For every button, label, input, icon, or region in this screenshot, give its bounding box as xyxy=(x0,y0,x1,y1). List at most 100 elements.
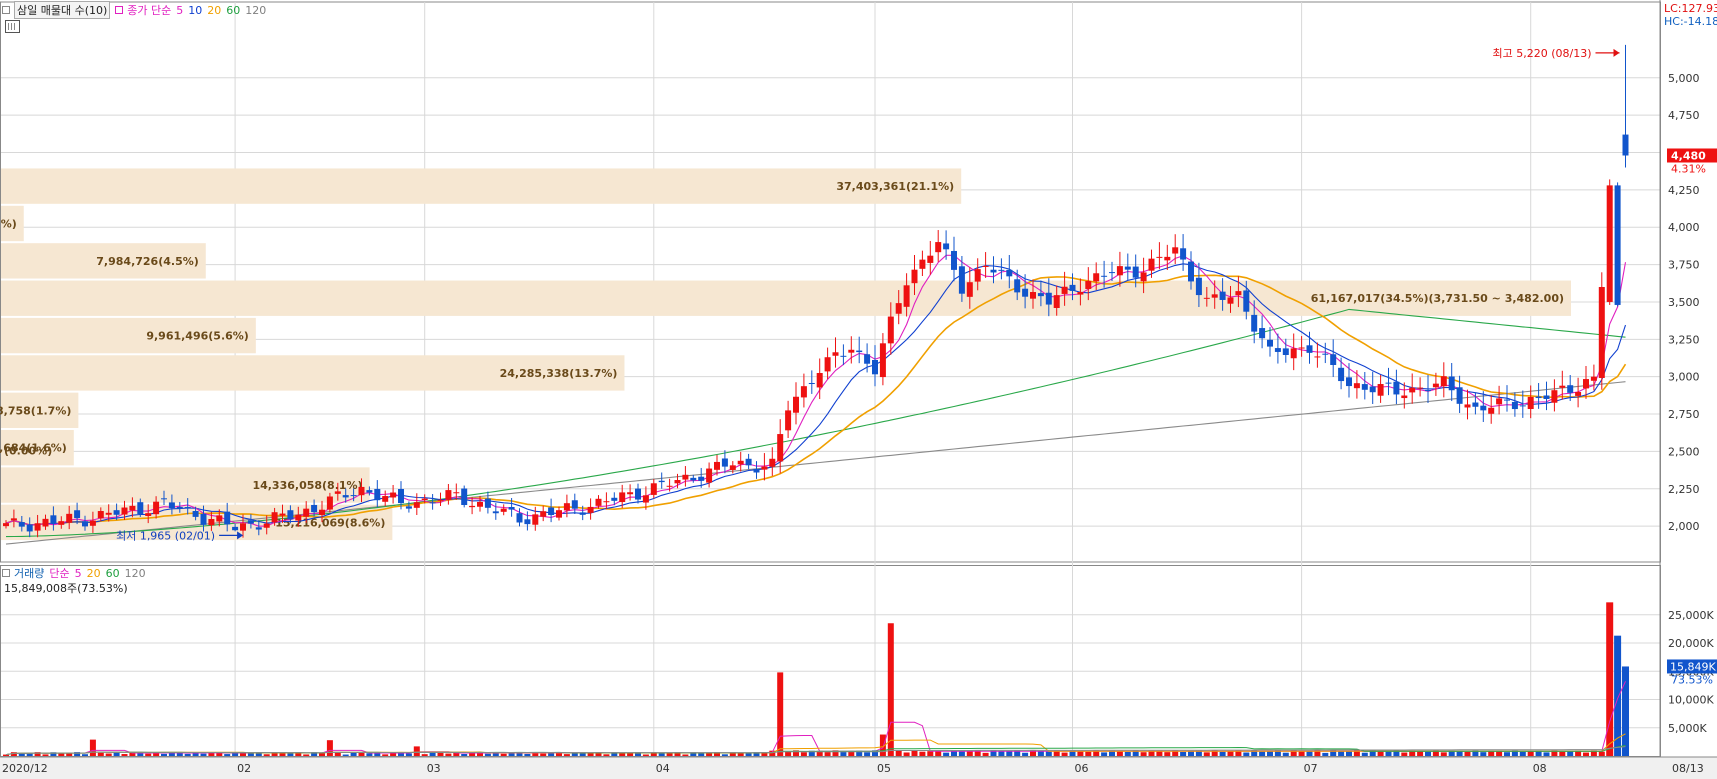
volume-moving-averages xyxy=(5,681,1626,756)
volume-bar xyxy=(1180,752,1187,756)
candle xyxy=(856,336,863,364)
panel-toggle-icon[interactable] xyxy=(2,6,10,14)
candle-body xyxy=(1116,266,1123,276)
volume-tick-label: 10,000K xyxy=(1668,694,1714,707)
ma-period-10[interactable]: 10 xyxy=(188,4,202,17)
ma-label[interactable]: 종가 단순 xyxy=(127,2,171,18)
ma-period-5[interactable]: 5 xyxy=(176,4,183,17)
candle-body xyxy=(1353,383,1360,389)
volume-profile-bar xyxy=(1,168,962,204)
candle xyxy=(927,240,934,275)
candle-body xyxy=(1567,385,1574,393)
volume-ma-20[interactable]: 20 xyxy=(87,567,101,580)
volume-bar xyxy=(1219,751,1226,756)
high-annotation: 최고 5,220 (08/13) xyxy=(1492,47,1591,60)
ma-period-20[interactable]: 20 xyxy=(207,4,221,17)
volume-bar xyxy=(1519,751,1526,756)
candle-body xyxy=(358,486,365,496)
volume-bar xyxy=(903,752,910,756)
volume-ma-120[interactable]: 120 xyxy=(125,567,146,580)
candle-body xyxy=(390,492,397,498)
x-tick-label: 02 xyxy=(237,762,251,775)
candle-body xyxy=(563,503,570,511)
candle-body xyxy=(714,461,720,470)
candle-body xyxy=(903,285,910,307)
price-panel-title[interactable]: 삼일 매물대 수(10) xyxy=(14,1,111,19)
candle-body xyxy=(642,495,649,503)
volume-ma-5[interactable]: 5 xyxy=(75,567,82,580)
candle-body xyxy=(74,510,81,519)
volume-profile-label: (0.00%) xyxy=(4,444,52,457)
candle-body xyxy=(706,468,713,483)
volume-bar xyxy=(943,752,950,756)
candle xyxy=(1598,272,1605,390)
candle xyxy=(1361,371,1368,400)
volume-bar xyxy=(382,754,389,756)
candle-body xyxy=(1504,399,1510,401)
candle-body xyxy=(690,477,697,481)
candle-body xyxy=(540,511,547,517)
table-icon[interactable] xyxy=(5,20,20,33)
candle xyxy=(690,474,697,483)
candle xyxy=(445,484,452,505)
price-tick-label: 3,500 xyxy=(1668,296,1700,309)
candle-body xyxy=(1409,387,1416,393)
candle xyxy=(1148,249,1155,278)
volume-bar xyxy=(224,754,231,756)
volume-bar xyxy=(42,754,49,756)
candle-body xyxy=(1575,392,1582,396)
candle-body xyxy=(421,498,428,501)
volume-panel-header[interactable]: 거래량 단순 5 20 60 120 xyxy=(2,565,151,581)
candle xyxy=(1377,375,1384,403)
volume-bar xyxy=(342,754,349,756)
price-tick-label: 2,250 xyxy=(1668,483,1700,496)
candle-body xyxy=(745,458,752,466)
stock-chart[interactable]: 15,216,069(8.6%)14,336,058(8.1%)2,825,68… xyxy=(0,0,1717,779)
volume-panel-title[interactable]: 거래량 xyxy=(14,565,44,581)
candle-body xyxy=(548,507,555,516)
candle xyxy=(872,345,878,387)
volume-bar xyxy=(785,751,792,756)
candle-body xyxy=(895,303,902,314)
candle-body xyxy=(176,506,183,509)
candle xyxy=(832,337,839,368)
candle-body xyxy=(311,504,318,513)
candle-body xyxy=(1267,339,1273,347)
volume-ma-label[interactable]: 단순 xyxy=(49,565,69,581)
volume-ma-60[interactable]: 60 xyxy=(106,567,120,580)
volume-bar xyxy=(745,753,752,756)
candle-body xyxy=(1203,297,1210,299)
volume-profile-label: 24,285,338(13.7%) xyxy=(500,367,618,380)
price-tick-label: 5,000 xyxy=(1668,72,1700,85)
volume-bar xyxy=(413,746,420,756)
candle-body xyxy=(887,316,894,344)
candle-body xyxy=(974,269,981,282)
candle-body xyxy=(1124,266,1131,270)
candle xyxy=(935,230,942,262)
candle xyxy=(824,347,831,380)
volume-bar xyxy=(1464,752,1471,756)
volume-bar xyxy=(1480,752,1487,756)
price-panel-header[interactable]: 삼일 매물대 수(10) 종가 단순 5 10 20 60 120 xyxy=(2,1,271,19)
ma-period-120[interactable]: 120 xyxy=(245,4,266,17)
candle-body xyxy=(263,523,270,528)
volume-toggle-icon[interactable] xyxy=(2,569,10,577)
candle-body xyxy=(682,474,689,480)
volume-bar xyxy=(1622,666,1629,756)
ma-period-60[interactable]: 60 xyxy=(226,4,240,17)
low-annotation: 최저 1,965 (02/01) xyxy=(116,529,215,542)
ma-toggle-icon[interactable] xyxy=(115,6,124,14)
candle-body xyxy=(729,465,736,470)
volume-bar xyxy=(1037,751,1044,756)
candle-body xyxy=(326,496,333,510)
candle-body xyxy=(1401,395,1408,399)
candle-body xyxy=(1195,277,1202,296)
candle-body xyxy=(1282,348,1289,356)
volume-tick-label: 5,000K xyxy=(1668,722,1707,735)
volume-tick-label: 25,000K xyxy=(1668,609,1714,622)
candle-body xyxy=(1030,292,1036,299)
volume-bar xyxy=(1164,752,1171,756)
volume-bar xyxy=(1140,752,1147,756)
volume-bar xyxy=(1401,752,1408,756)
volume-bars[interactable] xyxy=(3,602,1629,756)
